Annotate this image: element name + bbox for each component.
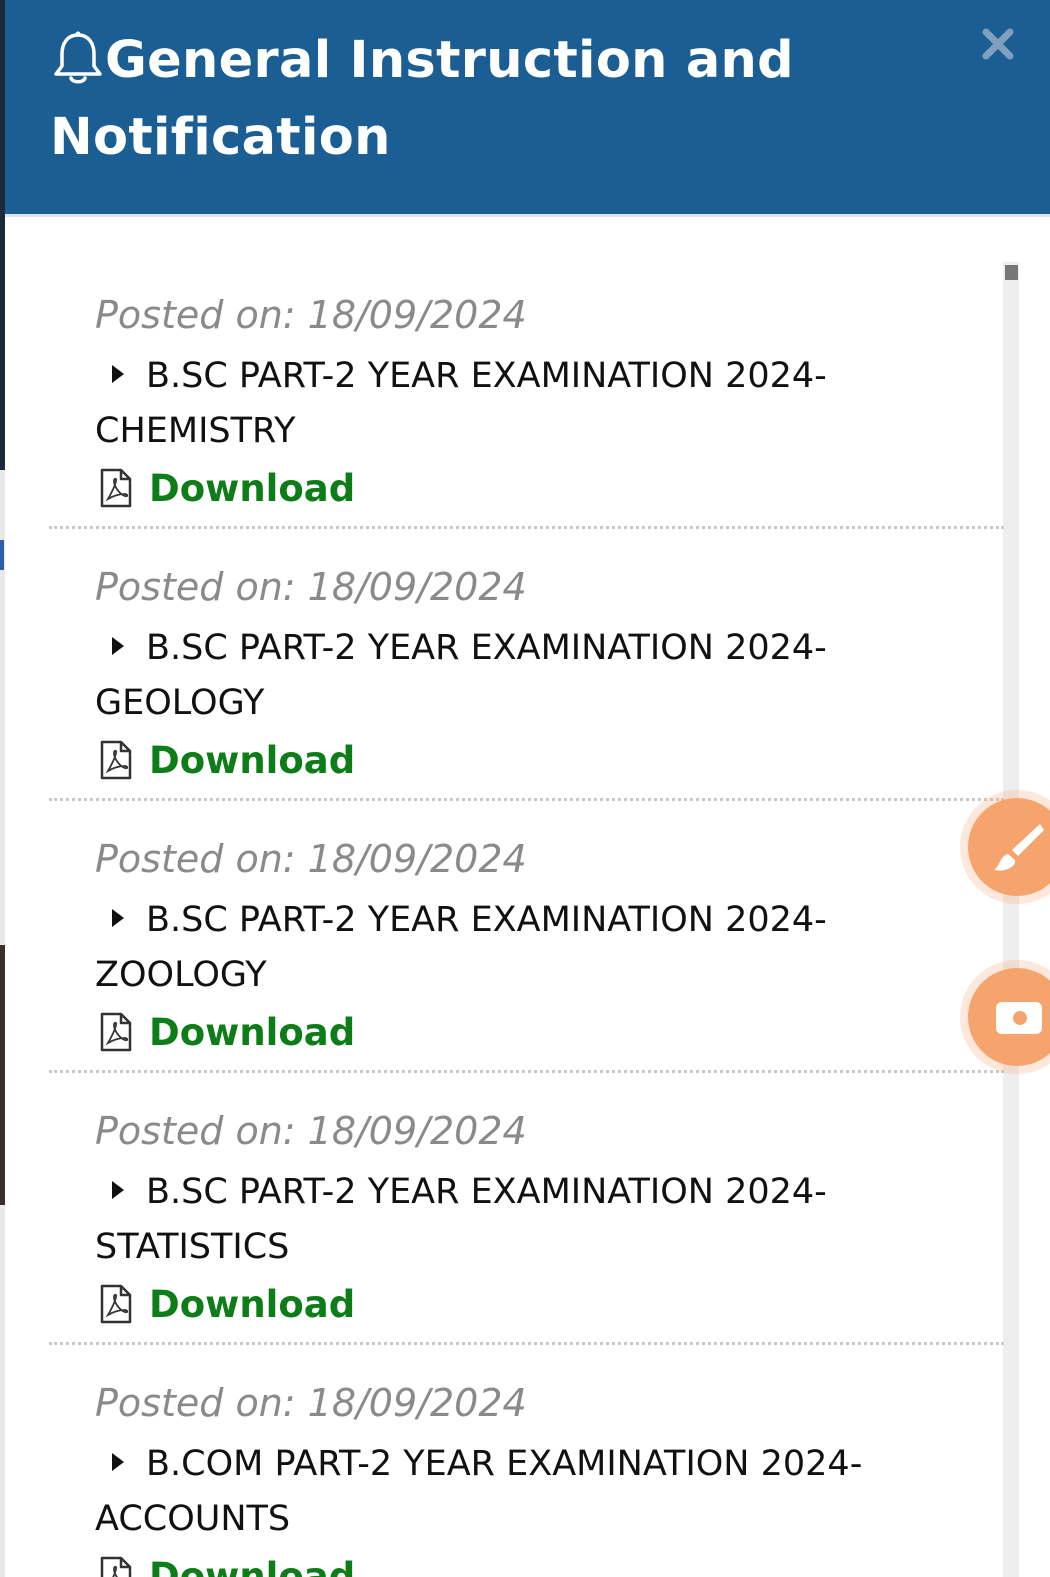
posted-date: Posted on: 18/09/2024 (95, 837, 527, 881)
posted-date: Posted on: 18/09/2024 (95, 1109, 527, 1153)
download-link[interactable]: Download (149, 1555, 355, 1577)
close-icon[interactable] (976, 22, 1020, 66)
notice-title-text[interactable]: B.SC PART-2 YEAR EXAMINATION 2024-GEOLOG… (95, 628, 827, 723)
notice-title-text[interactable]: B.SC PART-2 YEAR EXAMINATION 2024-CHEMIS… (95, 356, 827, 451)
pdf-file-icon[interactable] (99, 1284, 133, 1324)
notice-item: Posted on: 18/09/2024 B.SC PART-2 YEAR E… (49, 801, 1004, 1073)
notice-title[interactable]: B.SC PART-2 YEAR EXAMINATION 2024-CHEMIS… (95, 349, 915, 459)
caret-right-icon (112, 1453, 124, 1471)
notice-item: Posted on: 18/09/2024 B.SC PART-2 YEAR E… (49, 529, 1004, 801)
modal-title: General Instruction and Notification (50, 31, 794, 167)
caret-right-icon (112, 365, 124, 383)
notice-item: Posted on: 18/09/2024 B.COM PART-2 YEAR … (49, 1345, 1004, 1577)
download-link[interactable]: Download (149, 1011, 355, 1054)
pdf-file-icon[interactable] (99, 1012, 133, 1052)
posted-date: Posted on: 18/09/2024 (95, 293, 527, 337)
download-row: Download (95, 1007, 1004, 1057)
download-link[interactable]: Download (149, 739, 355, 782)
notice-title-text[interactable]: B.COM PART-2 YEAR EXAMINATION 2024-ACCOU… (95, 1444, 862, 1539)
pdf-file-icon[interactable] (99, 468, 133, 508)
download-row: Download (95, 735, 1004, 785)
notice-title-text[interactable]: B.SC PART-2 YEAR EXAMINATION 2024-STATIS… (95, 1172, 827, 1267)
notice-title[interactable]: B.SC PART-2 YEAR EXAMINATION 2024-STATIS… (95, 1165, 915, 1275)
download-row: Download (95, 1279, 1004, 1329)
caret-right-icon (112, 909, 124, 927)
pdf-file-icon[interactable] (99, 740, 133, 780)
paint-brush-icon (994, 824, 1044, 871)
pdf-file-icon[interactable] (99, 1556, 133, 1577)
posted-date: Posted on: 18/09/2024 (95, 565, 527, 609)
download-row: Download (95, 463, 1004, 513)
notice-item: Posted on: 18/09/2024 B.SC PART-2 YEAR E… (49, 257, 1004, 529)
caret-right-icon (112, 1181, 124, 1199)
notice-list: Posted on: 18/09/2024 B.SC PART-2 YEAR E… (49, 257, 1004, 1577)
notice-title[interactable]: B.SC PART-2 YEAR EXAMINATION 2024-ZOOLOG… (95, 893, 915, 1003)
caret-right-icon (112, 637, 124, 655)
notice-title[interactable]: B.SC PART-2 YEAR EXAMINATION 2024-GEOLOG… (95, 621, 915, 731)
notice-title[interactable]: B.COM PART-2 YEAR EXAMINATION 2024-ACCOU… (95, 1437, 915, 1547)
download-link[interactable]: Download (149, 1283, 355, 1326)
posted-date: Posted on: 18/09/2024 (95, 1381, 527, 1425)
scroll-thumb[interactable] (1005, 265, 1018, 280)
notification-modal: General Instruction and Notification Pos… (5, 0, 1050, 1577)
notice-title-text[interactable]: B.SC PART-2 YEAR EXAMINATION 2024-ZOOLOG… (95, 900, 827, 995)
modal-scrollbar[interactable] (1003, 262, 1019, 1577)
download-row: Download (95, 1551, 1004, 1577)
download-link[interactable]: Download (149, 467, 355, 510)
video-camera-icon (996, 1002, 1042, 1034)
notice-item: Posted on: 18/09/2024 B.SC PART-2 YEAR E… (49, 1073, 1004, 1345)
modal-header: General Instruction and Notification (5, 0, 1050, 217)
